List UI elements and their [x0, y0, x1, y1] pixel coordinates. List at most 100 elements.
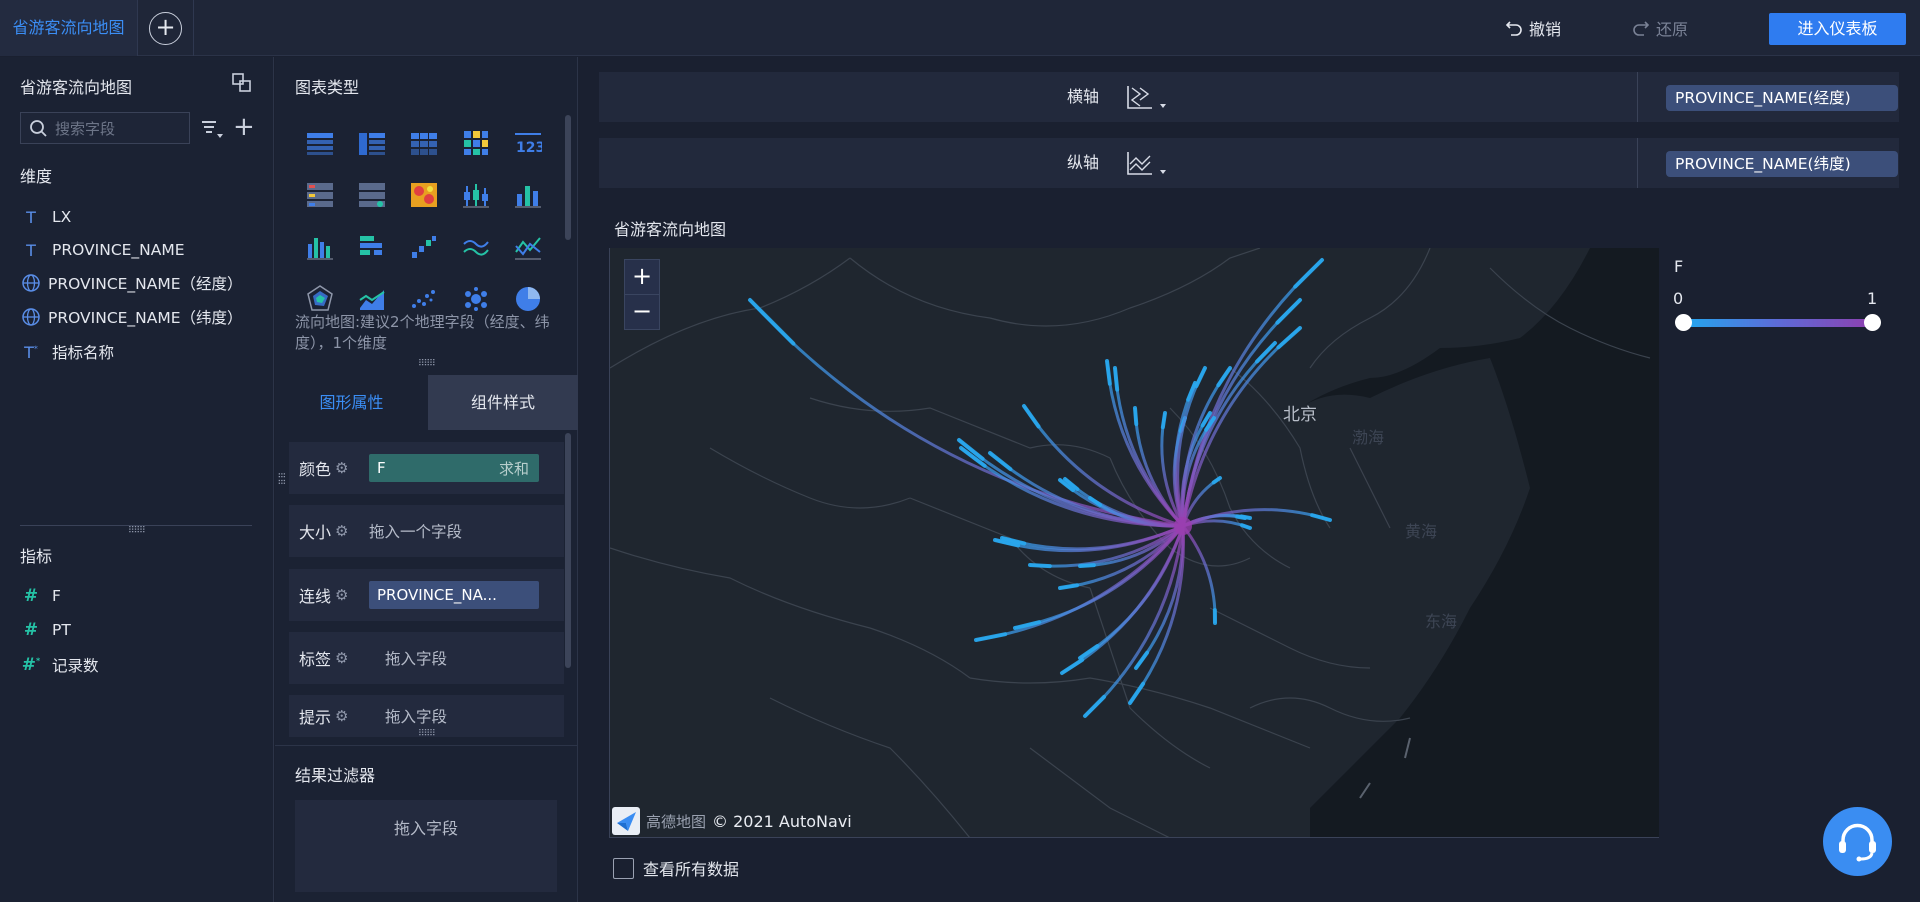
y-axis-field-pill[interactable]: PROVINCE_NAME(纬度) — [1666, 151, 1898, 177]
tab-flow-map[interactable]: 省游客流向地图 — [0, 0, 138, 56]
map-label-beijing: 北京 — [1283, 405, 1317, 425]
sort-filter-icon[interactable] — [200, 117, 226, 141]
field-lx[interactable]: T LX — [20, 205, 71, 229]
show-all-label: 查看所有数据 — [643, 860, 740, 879]
line-chart-icon[interactable] — [450, 221, 502, 273]
table-chart-icon[interactable] — [294, 117, 346, 169]
property-label: 标签 — [299, 650, 332, 669]
legend-min-handle[interactable] — [1675, 314, 1692, 331]
gear-icon[interactable]: ⚙ — [335, 459, 353, 477]
zoom-in-button[interactable]: + — [624, 259, 660, 295]
field-pt[interactable]: # PT — [20, 618, 71, 642]
tab-divider — [193, 0, 194, 56]
stacked-bar-icon[interactable] — [502, 169, 554, 221]
connection-field-pill[interactable]: PROVINCE_NA... — [369, 581, 539, 609]
tab-graphic-properties[interactable]: 图形属性 — [275, 375, 428, 430]
text-type-icon: T* — [24, 342, 38, 362]
flow-line-head — [1160, 411, 1167, 430]
property-label: 颜色 — [299, 460, 332, 479]
drop-zone-text: 拖入字段 — [385, 708, 448, 726]
latitude-axis-icon[interactable] — [1126, 150, 1170, 178]
number-type-icon: # — [23, 586, 39, 606]
area-line-icon[interactable] — [502, 221, 554, 273]
resize-handle[interactable]: ⠿⠿⠿ — [418, 359, 436, 369]
attribution-text: © 2021 AutoNavi — [712, 811, 852, 831]
field-record-count[interactable]: #* 记录数 — [20, 653, 99, 677]
chart-type-hint: 流向地图:建议2个地理字段（经度、纬度），1个维度 — [295, 313, 550, 352]
zoom-out-button[interactable]: − — [624, 294, 660, 330]
add-field-icon[interactable]: + — [233, 113, 255, 141]
redo-label: 还原 — [1656, 20, 1689, 39]
property-color[interactable]: 颜色 ⚙ F 求和 — [289, 442, 564, 494]
show-all-data-toggle[interactable]: 查看所有数据 — [613, 856, 739, 880]
property-size[interactable]: 大小 ⚙ 拖入一个字段 — [289, 505, 564, 557]
show-all-checkbox[interactable] — [613, 857, 634, 879]
customer-support-button[interactable] — [1823, 807, 1892, 876]
panel-resize-handle[interactable]: ⠿⠿ — [275, 472, 285, 485]
gear-icon[interactable]: ⚙ — [335, 586, 353, 604]
gear-icon[interactable]: ⚙ — [335, 522, 353, 540]
legend-max-handle[interactable] — [1864, 314, 1881, 331]
field-metric-name[interactable]: T* 指标名称 — [20, 340, 114, 364]
flow-line-head — [1235, 514, 1247, 520]
box-plot-icon[interactable] — [450, 169, 502, 221]
result-filter-dropzone[interactable]: 拖入字段 — [295, 800, 557, 892]
horizontal-bar-icon[interactable] — [346, 221, 398, 273]
resize-handle[interactable]: ⠿⠿⠿ — [128, 526, 146, 536]
enter-dashboard-button[interactable]: 进入仪表板 — [1769, 13, 1906, 45]
property-label-field[interactable]: 标签 ⚙ 拖入字段 — [289, 632, 564, 684]
tab-component-style[interactable]: 组件样式 — [428, 375, 578, 430]
gear-icon[interactable]: ⚙ — [335, 707, 353, 725]
add-tab-button[interactable]: + — [149, 12, 182, 45]
grid-table-icon[interactable] — [398, 117, 450, 169]
property-tabs: 图形属性 组件样式 — [275, 375, 578, 430]
dimensions-label: 维度 — [20, 167, 53, 186]
field-province-lat[interactable]: PROVINCE_NAME（纬度） — [20, 305, 243, 329]
color-field-pill[interactable]: F 求和 — [369, 454, 539, 482]
property-connection[interactable]: 连线 ⚙ PROVINCE_NA... — [289, 569, 564, 621]
bar-chart-icon[interactable] — [294, 221, 346, 273]
progress-card-icon[interactable] — [346, 169, 398, 221]
map-canvas — [610, 248, 1659, 837]
field-label: PROVINCE_NAME（纬度） — [48, 309, 243, 327]
field-province-lng[interactable]: PROVINCE_NAME（经度） — [20, 271, 243, 295]
pill-aggregation: 求和 — [498, 459, 529, 478]
heatmap-icon[interactable] — [398, 169, 450, 221]
flow-line-head — [1078, 563, 1096, 568]
chart-title: 省游客流向地图 — [614, 220, 727, 239]
list-card-icon[interactable] — [294, 169, 346, 221]
chart-types-scrollbar[interactable] — [565, 115, 571, 240]
amap-brand: 高德地图 — [646, 812, 707, 831]
map-attribution: 高德地图 © 2021 AutoNavi — [612, 807, 852, 835]
number-type-icon: # — [23, 620, 39, 640]
x-axis-row: 横轴 PROVINCE_NAME(经度) — [599, 72, 1899, 122]
waterfall-icon[interactable] — [398, 221, 450, 273]
longitude-axis-icon[interactable] — [1126, 84, 1170, 112]
undo-label: 撤销 — [1529, 20, 1562, 39]
field-f[interactable]: # F — [20, 584, 61, 608]
resize-handle[interactable]: ⠿⠿⠿ — [418, 729, 436, 739]
search-field-input[interactable]: 搜索字段 — [20, 112, 190, 144]
cross-table-icon[interactable] — [346, 117, 398, 169]
map-label-east-sea: 东海 — [1425, 612, 1458, 631]
x-axis-field-pill[interactable]: PROVINCE_NAME(经度) — [1666, 85, 1898, 111]
svg-text:123: 123 — [516, 140, 542, 155]
result-filter-label: 结果过滤器 — [295, 766, 376, 785]
x-axis-label: 横轴 — [1067, 87, 1100, 106]
switch-dataset-icon[interactable] — [231, 72, 253, 94]
redo-button[interactable]: 还原 — [1632, 14, 1688, 42]
y-axis-row: 纵轴 PROVINCE_NAME(纬度) — [599, 138, 1899, 188]
axis-divider — [1637, 138, 1638, 188]
field-label: PT — [52, 621, 71, 639]
color-block-icon[interactable] — [450, 117, 502, 169]
field-province-name[interactable]: T PROVINCE_NAME — [20, 238, 184, 262]
flow-map[interactable]: + − 北京 渤海 黄海 东海 高德地图 © 2021 AutoNavi — [609, 248, 1659, 838]
map-label-yellow-sea: 黄海 — [1405, 522, 1438, 541]
gear-icon[interactable]: ⚙ — [335, 649, 353, 667]
globe-icon — [22, 274, 40, 292]
kpi-number-icon[interactable]: 123 — [502, 117, 554, 169]
properties-scrollbar[interactable] — [565, 433, 571, 668]
search-placeholder: 搜索字段 — [55, 119, 116, 138]
undo-button[interactable]: 撤销 — [1505, 14, 1561, 42]
measures-label: 指标 — [20, 547, 53, 566]
